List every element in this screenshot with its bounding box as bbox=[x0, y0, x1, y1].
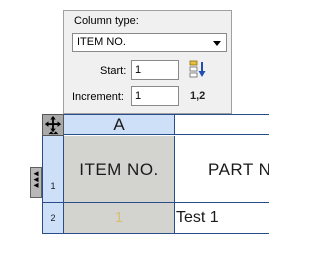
column-type-dropdown[interactable]: ITEM NO. bbox=[72, 33, 227, 52]
start-label: Start: bbox=[100, 65, 127, 77]
table-cell[interactable]: Test 1 bbox=[175, 203, 269, 234]
bom-table-editor: Column type: ITEM NO. Start: 1 Increment… bbox=[0, 0, 269, 266]
row-header-1[interactable]: 1 bbox=[42, 136, 64, 203]
table-cell[interactable]: 1 bbox=[64, 203, 175, 234]
table-cell[interactable]: ITEM NO. bbox=[64, 136, 175, 203]
column-properties-popup: Column type: ITEM NO. Start: 1 Increment… bbox=[63, 10, 232, 114]
sequence-preview: 1,2 bbox=[190, 90, 206, 102]
chevron-down-icon[interactable] bbox=[213, 41, 221, 46]
start-input[interactable]: 1 bbox=[131, 60, 179, 80]
column-header-b[interactable] bbox=[175, 114, 269, 135]
column-type-value: ITEM NO. bbox=[77, 36, 126, 48]
move-arrows-icon[interactable] bbox=[42, 114, 64, 136]
row-header-2[interactable]: 2 bbox=[42, 203, 64, 234]
increment-input[interactable]: 1 bbox=[131, 86, 179, 106]
row-marker-icon[interactable] bbox=[30, 167, 42, 198]
increment-label: Increment: bbox=[72, 91, 124, 103]
column-type-label: Column type: bbox=[74, 15, 139, 27]
table-cell[interactable]: PART N bbox=[175, 136, 269, 203]
sort-descending-icon[interactable] bbox=[189, 60, 207, 78]
column-header-a[interactable]: A bbox=[64, 114, 175, 135]
